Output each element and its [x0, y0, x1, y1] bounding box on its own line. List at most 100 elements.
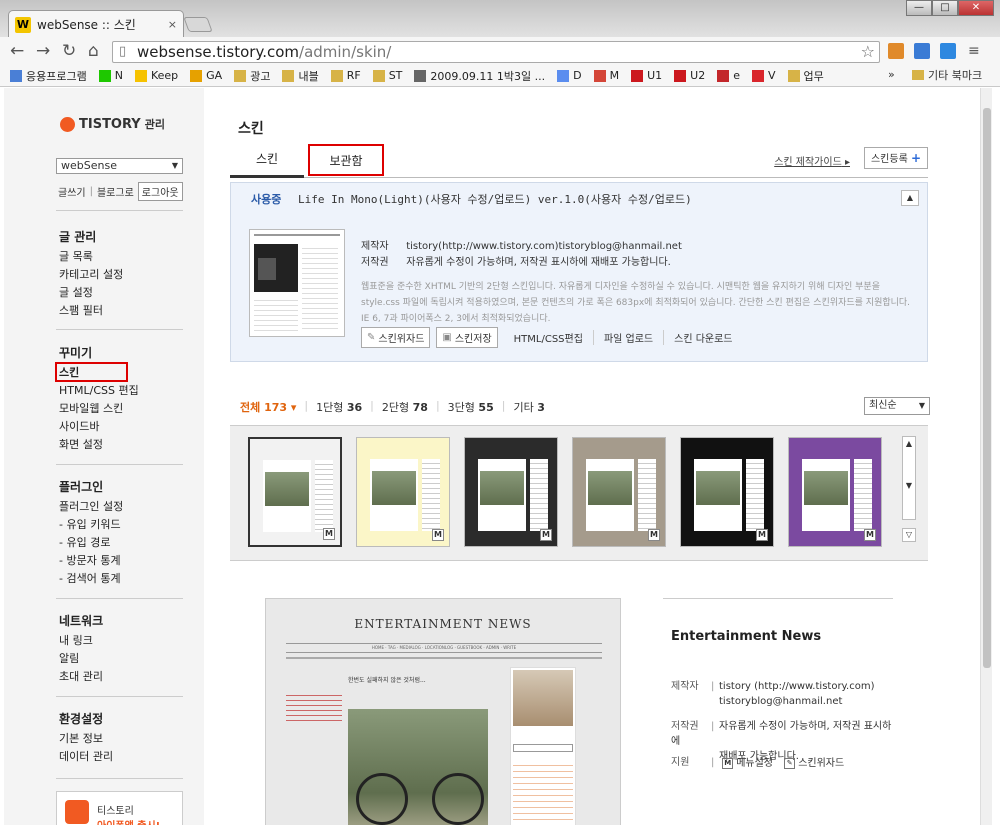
sidebar-menu-item[interactable]: - 유입 키워드 [59, 516, 123, 534]
copyright-row: 저작권 자유롭게 수정이 가능하며, 저작권 표시하에 재배포 가능합니다. [361, 253, 671, 268]
bookmark-item[interactable]: V [752, 69, 776, 82]
sidebar-menu-item[interactable]: 기본 정보 [59, 730, 113, 748]
tistory-logo[interactable]: TISTORY 관리 [60, 116, 165, 132]
sidebar-menu-item[interactable]: 카테고리 설정 [59, 266, 123, 284]
check-extension-icon[interactable] [940, 43, 956, 59]
bookmark-item[interactable]: N [98, 69, 123, 82]
bookmark-item[interactable]: ST [372, 69, 402, 82]
skin-save-button[interactable]: ▣ 스킨저장 [436, 327, 498, 348]
filter-two-label: 2단형 [381, 401, 410, 414]
bookmark-icon [190, 69, 203, 82]
filter-etc-count: 3 [537, 401, 545, 414]
sidebar-menu-item[interactable]: 스팸 필터 [59, 302, 123, 320]
blog-select[interactable]: webSense ▼ [56, 158, 183, 174]
skin-highlight-box [55, 362, 128, 382]
sidebar-menu-item[interactable]: - 방문자 통계 [59, 552, 123, 570]
sidebar-menu-item[interactable]: 모바일웹 스킨 [59, 400, 139, 418]
file-upload-link[interactable]: 파일 업로드 [592, 330, 663, 345]
page-viewport: TISTORY 관리 webSense ▼ 글쓰기 | 블로그로 로그아웃 글 … [4, 88, 980, 825]
skin-thumbnail[interactable]: M [680, 437, 774, 547]
bookmark-item[interactable]: RF [330, 69, 361, 82]
bookmark-item[interactable]: 내블 [282, 68, 319, 84]
gallery-expand-icon[interactable]: ▽ [902, 528, 916, 542]
window-extension-icon[interactable] [914, 43, 930, 59]
tab-storage[interactable]: 보관함 [308, 144, 384, 176]
bookmark-star-icon[interactable]: ☆ [861, 42, 875, 61]
skin-thumbnail[interactable]: M [788, 437, 882, 547]
preview-post-title: 한번도 실패하지 않은 것처럼... [348, 677, 426, 684]
tab-close-icon[interactable]: × [168, 18, 177, 31]
filter-all-label: 전체 173 [240, 401, 288, 414]
bookmark-item[interactable]: Keep [134, 69, 178, 82]
sidebar-menu-item[interactable]: 초대 관리 [59, 668, 103, 686]
filter-etc[interactable]: 기타 3 [513, 399, 544, 415]
using-label: 사용중 [251, 193, 282, 206]
sidebar-menu-item[interactable]: 내 링크 [59, 632, 103, 650]
forward-arrow-icon[interactable]: → [36, 41, 50, 61]
filter-one[interactable]: 1단형 36 [316, 399, 362, 415]
sidebar-menu-item[interactable]: 플러그인 설정 [59, 498, 123, 516]
sidebar-menu-item[interactable]: 글 설정 [59, 284, 123, 302]
register-skin-button[interactable]: 스킨등록 + [864, 147, 928, 169]
skin-thumbnail[interactable]: M [248, 437, 342, 547]
filter-two[interactable]: 2단형 78 [382, 399, 428, 415]
page-scrollbar[interactable] [980, 88, 992, 825]
collapse-up-icon[interactable]: ▲ [901, 190, 919, 206]
divider [56, 329, 183, 330]
skin-wizard-button[interactable]: ✎ 스킨위자드 [361, 327, 431, 348]
sidebar-menu-item[interactable]: 알림 [59, 650, 103, 668]
iphone-app-promo[interactable]: 티스토리 아이폰앱 출시! [56, 791, 183, 825]
back-arrow-icon[interactable]: ← [10, 41, 24, 61]
bookmark-item[interactable]: 광고 [234, 68, 270, 84]
skin-thumbnail[interactable]: M [356, 437, 450, 547]
bookmarks-more-icon[interactable]: » [888, 68, 895, 81]
scroll-thumb[interactable] [983, 108, 991, 668]
skin-download-link[interactable]: 스킨 다운로드 [663, 330, 742, 345]
sort-select[interactable]: 최신순 ▼ [864, 397, 930, 415]
bookmark-item[interactable]: D [557, 69, 582, 82]
sidebar-menu-item[interactable]: - 검색어 통계 [59, 570, 123, 588]
bookmark-item[interactable]: 업무 [787, 68, 824, 84]
sidebar-menu-item[interactable]: - 유입 경로 [59, 534, 123, 552]
current-skin-panel: 사용중 Life In Mono(Light)(사용자 수정/업로드) ver.… [230, 182, 928, 362]
address-bar[interactable]: ▯ websense.tistory.com /admin/skin/ ☆ [112, 41, 880, 63]
logout-button[interactable]: 로그아웃 [137, 182, 183, 201]
write-link[interactable]: 글쓰기 [58, 184, 86, 199]
other-bookmarks[interactable]: 기타 북마크 [912, 67, 982, 83]
bookmark-item[interactable]: GA [190, 69, 222, 82]
menu-group-settings: 환경설정 기본 정보 데이터 관리 [59, 710, 113, 766]
bookmark-label: 업무 [803, 69, 824, 83]
sidebar-menu-item[interactable]: 화면 설정 [59, 436, 139, 454]
bookmark-item[interactable]: M [593, 69, 619, 82]
gallery-scroll[interactable]: ▲ ▼ [902, 436, 916, 520]
sidebar-menu-item[interactable]: 글 목록 [59, 248, 123, 266]
home-icon[interactable]: ⌂ [88, 41, 99, 61]
preview-avatar [513, 670, 573, 726]
maximize-button[interactable]: □ [932, 0, 958, 16]
tab-skin[interactable]: 스킨 [230, 144, 304, 178]
bookmark-item[interactable]: 응용프로그램 [10, 68, 87, 84]
blog-link[interactable]: 블로그로 [97, 184, 134, 199]
menu-icon[interactable]: ≡ [968, 43, 984, 59]
reload-icon[interactable]: ↻ [62, 41, 76, 61]
filter-all[interactable]: 전체 173 ▾ [240, 399, 296, 415]
filter-three[interactable]: 3단형 55 [448, 399, 494, 415]
pencil-extension-icon[interactable] [888, 43, 904, 59]
sidebar-menu-item[interactable]: HTML/CSS 편집 [59, 382, 139, 400]
html-css-edit-link[interactable]: HTML/CSS편집 [504, 330, 593, 345]
minimize-button[interactable]: — [906, 0, 932, 16]
skin-thumbnail[interactable]: M [464, 437, 558, 547]
bookmark-item[interactable]: U1 [631, 69, 662, 82]
skin-thumbnail[interactable]: M [572, 437, 666, 547]
sidebar-menu-item[interactable]: 데이터 관리 [59, 748, 113, 766]
page-icon: ▯ [119, 44, 127, 59]
skin-guide-link[interactable]: 스킨 제작가이드 ▸ [774, 153, 850, 168]
new-tab-button[interactable] [183, 17, 213, 32]
bookmark-item[interactable]: e [717, 69, 740, 82]
bookmark-item[interactable]: 2009.09.11 1박3일 ... [414, 68, 545, 84]
bookmark-item[interactable]: U2 [674, 69, 705, 82]
browser-tab[interactable]: W webSense :: 스킨 × [8, 10, 184, 38]
bookmark-icon [414, 69, 427, 82]
close-window-button[interactable]: ✕ [958, 0, 994, 16]
sidebar-menu-item[interactable]: 사이드바 [59, 418, 139, 436]
